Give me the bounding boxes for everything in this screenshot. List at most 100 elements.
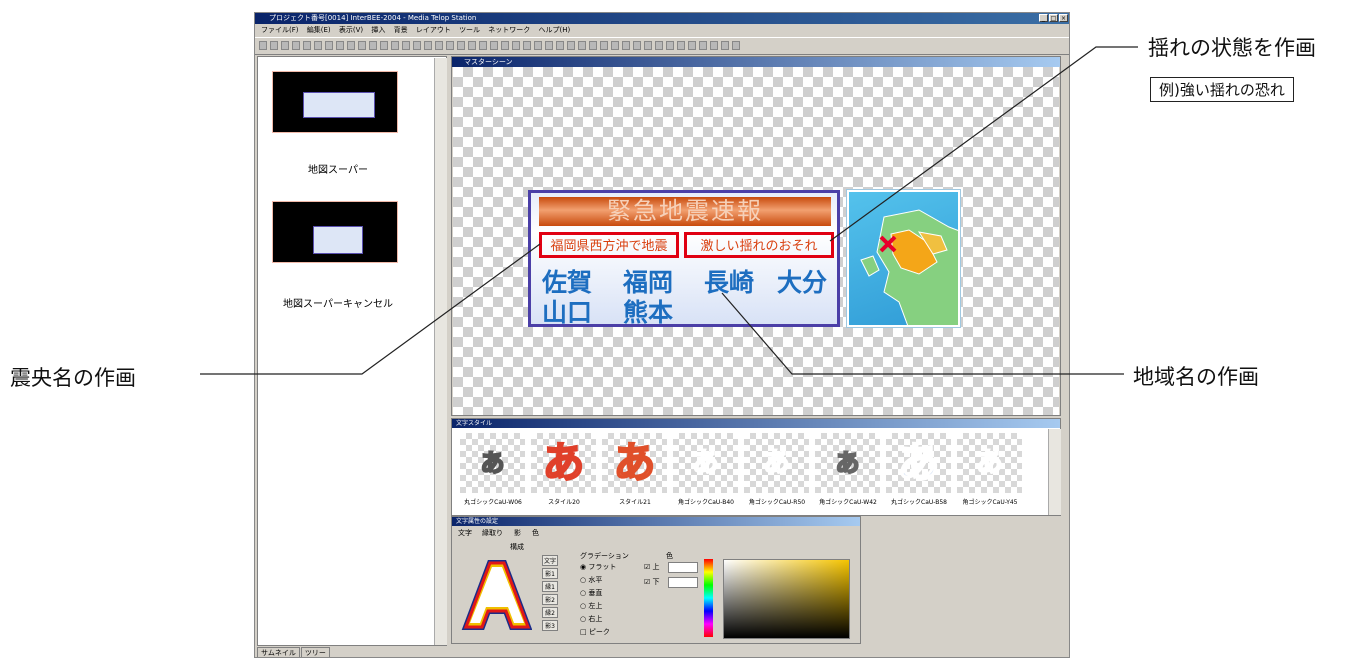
tab-tree[interactable]: ツリー: [300, 647, 330, 657]
toolbar-button-icon[interactable]: [512, 41, 520, 50]
menu-view[interactable]: 表示(V): [339, 26, 363, 34]
tab-thumbnail[interactable]: サムネイル: [257, 647, 300, 657]
toolbar-button-icon[interactable]: [688, 41, 696, 50]
layer-outline1-button[interactable]: 縁1: [542, 581, 558, 592]
layer-shadow1-button[interactable]: 影1: [542, 568, 558, 579]
gradation-topleft-option[interactable]: ○ 左上: [580, 601, 602, 611]
earthquake-telop[interactable]: 緊急地震速報 福岡県西方沖で地震 激しい揺れのおそれ 佐賀 福岡 長崎 大分 山…: [528, 190, 840, 327]
color-bottom-checkbox[interactable]: ☑ 下: [644, 577, 660, 587]
window-title: プロジェクト番号[0014] InterBEE-2004 - Media Tel…: [255, 13, 1069, 24]
tab-text[interactable]: 文字: [458, 528, 472, 538]
thumbnail-map-super[interactable]: [272, 71, 398, 133]
menu-edit[interactable]: 編集(E): [307, 26, 331, 34]
toolbar-button-icon[interactable]: [545, 41, 553, 50]
menu-tools[interactable]: ツール: [459, 26, 480, 34]
toolbar-button-icon[interactable]: [336, 41, 344, 50]
toolbar-button-icon[interactable]: [314, 41, 322, 50]
toolbar-button-icon[interactable]: [259, 41, 267, 50]
toolbar-button-icon[interactable]: [644, 41, 652, 50]
toolbar-button-icon[interactable]: [600, 41, 608, 50]
tab-outline[interactable]: 縁取り: [482, 528, 503, 538]
layer-text-button[interactable]: 文字: [542, 555, 558, 566]
color-picker[interactable]: [723, 559, 850, 639]
toolbar-button-icon[interactable]: [677, 41, 685, 50]
gradation-peak-option[interactable]: □ ピーク: [580, 627, 610, 637]
toolbar-button-icon[interactable]: [633, 41, 641, 50]
toolbar-button-icon[interactable]: [435, 41, 443, 50]
toolbar-button-icon[interactable]: [501, 41, 509, 50]
toolbar-button-icon[interactable]: [490, 41, 498, 50]
toolbar-button-icon[interactable]: [358, 41, 366, 50]
kyushu-map[interactable]: [846, 189, 961, 328]
toolbar-button-icon[interactable]: [468, 41, 476, 50]
menu-insert[interactable]: 挿入: [371, 26, 385, 34]
toolbar-button-icon[interactable]: [567, 41, 575, 50]
style-swatch[interactable]: あ: [531, 433, 596, 493]
epicenter-text[interactable]: 福岡県西方沖で地震: [539, 232, 679, 258]
color-bottom-input[interactable]: [668, 577, 698, 588]
color-top-checkbox[interactable]: ☑ 上: [644, 562, 660, 572]
text-style-title: 文字スタイル: [452, 419, 1060, 428]
thumbnail-scrollbar[interactable]: [434, 58, 447, 645]
toolbar-button-icon[interactable]: [347, 41, 355, 50]
scene-canvas[interactable]: 緊急地震速報 福岡県西方沖で地震 激しい揺れのおそれ 佐賀 福岡 長崎 大分 山…: [453, 67, 1059, 415]
gradation-vertical-option[interactable]: ○ 垂直: [580, 588, 602, 598]
toolbar-button-icon[interactable]: [391, 41, 399, 50]
toolbar-button-icon[interactable]: [369, 41, 377, 50]
toolbar-button-icon[interactable]: [578, 41, 586, 50]
menu-background[interactable]: 背景: [394, 26, 408, 34]
gradation-topright-option[interactable]: ○ 右上: [580, 614, 602, 624]
menu-layout[interactable]: レイアウト: [416, 26, 451, 34]
toolbar-button-icon[interactable]: [710, 41, 718, 50]
toolbar-button-icon[interactable]: [666, 41, 674, 50]
thumbnail-map-super-cancel[interactable]: [272, 201, 398, 263]
toolbar-button-icon[interactable]: [655, 41, 663, 50]
style-scrollbar[interactable]: [1048, 429, 1061, 515]
toolbar-button-icon[interactable]: [413, 41, 421, 50]
color-top-input[interactable]: [668, 562, 698, 573]
style-swatch[interactable]: あ: [460, 433, 525, 493]
toolbar-button-icon[interactable]: [303, 41, 311, 50]
menu-network[interactable]: ネットワーク: [488, 26, 530, 34]
tab-color[interactable]: 色: [532, 528, 539, 538]
toolbar-button-icon[interactable]: [721, 41, 729, 50]
layer-shadow2-button[interactable]: 影2: [542, 594, 558, 605]
toolbar-button-icon[interactable]: [402, 41, 410, 50]
toolbar-button-icon[interactable]: [325, 41, 333, 50]
toolbar-button-icon[interactable]: [380, 41, 388, 50]
menu-file[interactable]: ファイル(F): [261, 26, 299, 34]
toolbar-button-icon[interactable]: [270, 41, 278, 50]
style-swatch[interactable]: あ: [602, 433, 667, 493]
toolbar-button-icon[interactable]: [446, 41, 454, 50]
style-swatch[interactable]: あ: [886, 433, 951, 493]
menu-help[interactable]: ヘルプ(H): [539, 26, 571, 34]
style-swatch[interactable]: あ: [744, 433, 809, 493]
toolbar-button-icon[interactable]: [699, 41, 707, 50]
toolbar-button-icon[interactable]: [534, 41, 542, 50]
toolbar-button-icon[interactable]: [281, 41, 289, 50]
close-button[interactable]: ×: [1059, 14, 1068, 22]
style-swatch[interactable]: あ: [815, 433, 880, 493]
toolbar-button-icon[interactable]: [622, 41, 630, 50]
toolbar-button-icon[interactable]: [457, 41, 465, 50]
toolbar-button-icon[interactable]: [292, 41, 300, 50]
toolbar-button-icon[interactable]: [589, 41, 597, 50]
layer-outline2-button[interactable]: 縁2: [542, 607, 558, 618]
tab-shadow[interactable]: 影: [514, 528, 521, 538]
minimize-button[interactable]: _: [1039, 14, 1048, 22]
style-swatch[interactable]: あ: [957, 433, 1022, 493]
maximize-button[interactable]: □: [1049, 14, 1058, 22]
hue-slider[interactable]: [704, 559, 713, 637]
toolbar-button-icon[interactable]: [611, 41, 619, 50]
gradation-horizontal-option[interactable]: ○ 水平: [580, 575, 602, 585]
thumbnail-telop-preview: [303, 92, 375, 118]
toolbar-button-icon[interactable]: [479, 41, 487, 50]
toolbar-button-icon[interactable]: [523, 41, 531, 50]
toolbar-button-icon[interactable]: [556, 41, 564, 50]
toolbar-button-icon[interactable]: [424, 41, 432, 50]
toolbar-button-icon[interactable]: [732, 41, 740, 50]
layer-shadow3-button[interactable]: 影3: [542, 620, 558, 631]
style-swatch[interactable]: あ: [673, 433, 738, 493]
gradation-flat-option[interactable]: ◉ フラット: [580, 562, 616, 572]
shaking-text[interactable]: 激しい揺れのおそれ: [684, 232, 834, 258]
